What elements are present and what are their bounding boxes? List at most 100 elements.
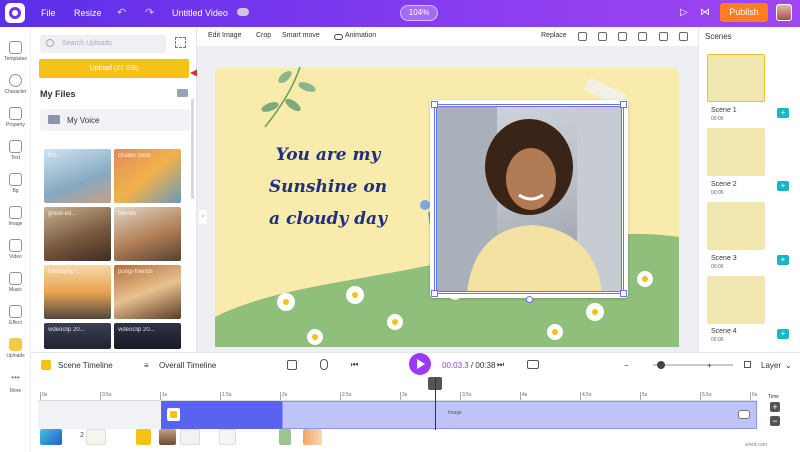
timeline-zoom-knob[interactable] xyxy=(657,361,665,369)
expand-icon[interactable] xyxy=(175,37,186,48)
remove-bg-icon[interactable] xyxy=(578,32,587,41)
smart-move-button[interactable]: Smart move xyxy=(282,32,320,39)
resize-handle[interactable] xyxy=(620,290,627,297)
asset-thumb[interactable] xyxy=(136,429,151,445)
rail-property[interactable]: Property xyxy=(0,107,31,128)
upload-thumb[interactable]: ghost-ed... xyxy=(44,207,111,261)
tick-label: 2s xyxy=(279,392,288,400)
image-track-segment[interactable]: Image xyxy=(282,401,757,429)
layer-button[interactable]: Layer xyxy=(761,361,781,370)
asset-thumb[interactable] xyxy=(86,429,106,445)
tick-label: 6s xyxy=(749,392,758,400)
preview-icon[interactable]: ▷ xyxy=(680,7,688,18)
rail-uploads[interactable]: Uploads xyxy=(0,338,31,359)
share-icon[interactable]: ⋈ xyxy=(700,7,710,18)
focus-icon[interactable] xyxy=(287,360,297,370)
zoom-out-icon[interactable]: − xyxy=(624,361,629,370)
upload-thumb[interactable]: videoclip 20... xyxy=(114,323,181,349)
rail-effect[interactable]: Effect xyxy=(0,305,31,326)
tick-label: 2.5s xyxy=(339,392,352,400)
rail-character[interactable]: Character xyxy=(0,74,31,95)
asset-thumb[interactable] xyxy=(303,429,322,445)
upload-button[interactable]: Upload (21 GB) xyxy=(39,59,189,78)
tick-label: 0.5s xyxy=(99,392,112,400)
upload-thumb[interactable]: videoclip 20... xyxy=(44,323,111,349)
skip-back-icon[interactable]: ⏮ xyxy=(351,360,358,370)
rail-templates[interactable]: Templates xyxy=(0,41,31,62)
upload-thumb[interactable]: pongi-friends xyxy=(114,265,181,319)
chevron-down-icon[interactable]: ⌄ xyxy=(785,361,792,370)
scene-2-thumb[interactable] xyxy=(707,128,765,176)
asset-thumb[interactable] xyxy=(159,429,176,445)
animation-button[interactable]: Animation xyxy=(345,32,376,39)
rail-image[interactable]: Image xyxy=(0,206,31,227)
mic-icon[interactable] xyxy=(320,359,328,370)
asset-count: 2 xyxy=(80,432,84,439)
selection-box[interactable] xyxy=(434,104,624,294)
undo-icon[interactable]: ↶ xyxy=(117,6,126,19)
play-button[interactable] xyxy=(409,353,431,375)
asset-thumb[interactable] xyxy=(279,429,291,445)
search-input[interactable]: Search Uploads xyxy=(40,35,166,53)
panel-scrollbar[interactable] xyxy=(191,99,194,199)
tick-label: 3.5s xyxy=(459,392,472,400)
add-scene-button[interactable]: + xyxy=(777,181,789,191)
rail-music[interactable]: Music xyxy=(0,272,31,293)
rail-text[interactable]: Text xyxy=(0,140,31,161)
rail-bg[interactable]: Bg xyxy=(0,173,31,194)
zoom-in-timeline-button[interactable]: + xyxy=(770,402,780,412)
skip-forward-icon[interactable]: ⏭ xyxy=(497,360,504,370)
zoom-out-timeline-button[interactable]: − xyxy=(770,416,780,426)
edit-image-button[interactable]: Edit Image xyxy=(208,32,241,39)
replace-button[interactable]: Replace xyxy=(541,32,567,39)
avatar[interactable] xyxy=(776,4,792,21)
asset-thumb[interactable] xyxy=(40,429,62,445)
flip-icon[interactable] xyxy=(598,32,607,41)
captions-icon[interactable] xyxy=(527,360,539,369)
quote-line-1[interactable]: You are my xyxy=(268,145,388,165)
timeline-zoom-slider[interactable] xyxy=(653,364,733,366)
zoom-in-icon[interactable]: + xyxy=(707,361,712,370)
overall-timeline-tab[interactable]: Overall Timeline xyxy=(159,361,216,370)
delete-icon[interactable] xyxy=(679,32,688,41)
rail-more[interactable]: ••• More xyxy=(0,373,31,394)
playhead[interactable] xyxy=(435,378,436,430)
quote-line-2[interactable]: Sunshine on xyxy=(268,177,388,197)
asset-thumb[interactable] xyxy=(180,429,200,445)
quote-line-3[interactable]: a cloudy day xyxy=(268,209,388,229)
add-scene-button[interactable]: + xyxy=(777,329,789,339)
upload-thumb[interactable]: friends xyxy=(114,207,181,261)
scene-timeline-tab[interactable]: Scene Timeline xyxy=(58,361,113,370)
link-icon[interactable] xyxy=(738,410,750,419)
redo-icon[interactable]: ↷ xyxy=(145,6,154,19)
upload-thumb[interactable]: chatter tools xyxy=(114,149,181,203)
text-track-segment[interactable] xyxy=(161,401,282,429)
upload-thumb[interactable]: friendship t... xyxy=(44,265,111,319)
resize-menu[interactable]: Resize xyxy=(74,8,102,18)
align-icon[interactable] xyxy=(618,32,627,41)
layer-icon[interactable] xyxy=(638,32,647,41)
resize-handle[interactable] xyxy=(431,290,438,297)
asset-thumb[interactable] xyxy=(219,429,236,445)
resize-handle[interactable] xyxy=(620,101,627,108)
scene-1-thumb[interactable] xyxy=(707,54,765,102)
scene-3-thumb[interactable] xyxy=(707,202,765,250)
rail-video[interactable]: Video xyxy=(0,239,31,260)
lock-icon[interactable] xyxy=(659,32,668,41)
upload-thumb[interactable]: tthi... xyxy=(44,149,111,203)
collapse-panel-icon[interactable]: ‹ xyxy=(199,210,207,224)
resize-handle[interactable] xyxy=(431,101,438,108)
publish-button[interactable]: Publish xyxy=(720,3,768,22)
scene-4-thumb[interactable] xyxy=(707,276,765,324)
folder-my-voice[interactable]: My Voice xyxy=(40,109,190,131)
tick-label: 4.5s xyxy=(579,392,592,400)
add-folder-icon[interactable] xyxy=(177,89,188,97)
video-title[interactable]: Untitled Video xyxy=(172,8,228,18)
file-menu[interactable]: File xyxy=(41,8,56,18)
add-scene-button[interactable]: + xyxy=(777,108,789,118)
crop-button[interactable]: Crop xyxy=(256,32,271,39)
add-scene-button[interactable]: + xyxy=(777,255,789,265)
app-logo-icon[interactable] xyxy=(5,3,25,23)
zoom-level[interactable]: 104% xyxy=(400,5,438,21)
rotate-handle[interactable] xyxy=(526,296,533,303)
